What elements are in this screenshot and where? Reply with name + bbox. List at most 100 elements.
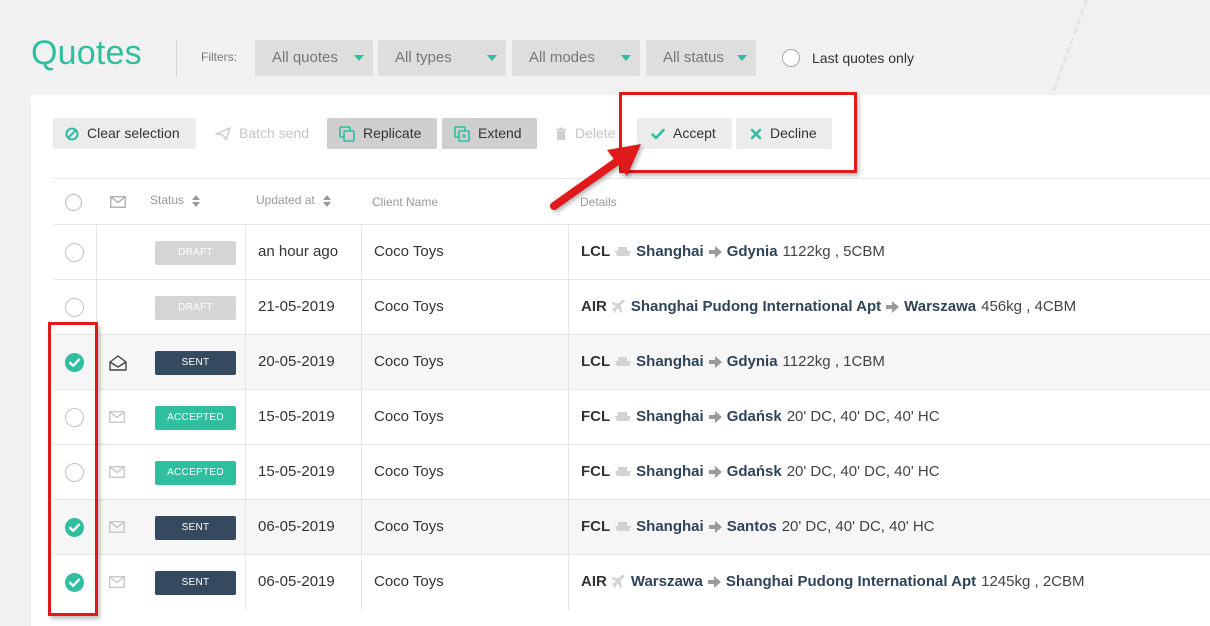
chevron-down-icon <box>621 55 631 61</box>
copy-icon <box>339 125 355 142</box>
client-name-cell: Coco Toys <box>374 298 444 315</box>
column-divider <box>568 225 569 280</box>
page-title: Quotes <box>31 34 142 72</box>
ship-icon <box>615 357 632 366</box>
column-divider <box>568 555 569 610</box>
client-name-cell: Coco Toys <box>374 243 444 260</box>
extend-button[interactable]: Extend <box>442 118 537 149</box>
th-status[interactable]: Status <box>150 193 201 207</box>
row-select-checkbox[interactable] <box>65 298 84 317</box>
table-row[interactable]: DRAFT 21-05-2019 Coco Toys AIR Shanghai Pudo… <box>53 279 1210 335</box>
filter-quotes-select[interactable]: All quotes <box>255 40 373 76</box>
origin: Shanghai Pudong International Apt <box>630 298 882 315</box>
column-divider <box>245 555 246 610</box>
column-divider <box>361 390 362 445</box>
envelope-icon <box>109 410 125 428</box>
destination: Gdańsk <box>726 463 782 480</box>
ship-icon <box>615 247 632 256</box>
column-divider <box>361 225 362 280</box>
column-divider <box>568 280 569 335</box>
envelope-icon <box>110 196 126 208</box>
destination: Gdynia <box>726 353 778 370</box>
filter-quotes-value: All quotes <box>272 49 338 66</box>
table-row[interactable]: SENT 06-05-2019 Coco Toys FCL Shanghai Santos… <box>53 499 1210 555</box>
extend-label: Extend <box>478 125 522 141</box>
clear-selection-label: Clear selection <box>87 125 180 141</box>
cargo-summary: 20' DC, 40' DC, 40' HC <box>786 463 940 480</box>
last-quotes-radio[interactable] <box>782 49 800 67</box>
status-badge: ACCEPTED <box>155 406 236 430</box>
arrow-right-icon <box>707 575 721 588</box>
annotation-highlight-selected-rows <box>48 322 98 616</box>
updated-at-cell: 15-05-2019 <box>258 463 335 480</box>
envelope-icon <box>109 520 125 538</box>
transport-mode: AIR <box>581 298 607 315</box>
updated-at-cell: 15-05-2019 <box>258 408 335 425</box>
ban-icon <box>65 127 79 140</box>
column-divider <box>96 225 97 280</box>
transport-mode: LCL <box>581 353 611 370</box>
client-name-cell: Coco Toys <box>374 573 444 590</box>
column-divider <box>245 280 246 335</box>
client-name-cell: Coco Toys <box>374 518 444 535</box>
trash-icon <box>556 127 566 140</box>
status-badge: DRAFT <box>155 241 236 265</box>
sort-icon <box>192 194 201 207</box>
filter-types-value: All types <box>395 49 452 66</box>
cargo-summary: 456kg , 4CBM <box>981 298 1077 315</box>
filter-status-select[interactable]: All status <box>646 40 756 76</box>
table-row[interactable]: DRAFT an hour ago Coco Toys LCL Shanghai Gdyn… <box>53 224 1210 280</box>
table-row[interactable]: SENT 06-05-2019 Coco Toys AIR Warszawa Shangh… <box>53 554 1210 610</box>
cargo-summary: 1122kg , 5CBM <box>782 243 885 260</box>
status-badge: ACCEPTED <box>155 461 236 485</box>
destination: Gdynia <box>726 243 778 260</box>
filter-modes-select[interactable]: All modes <box>512 40 640 76</box>
column-divider <box>361 445 362 500</box>
status-badge: SENT <box>155 351 236 375</box>
cargo-summary: 1245kg , 2CBM <box>981 573 1085 590</box>
column-divider <box>568 500 569 555</box>
batch-send-button[interactable]: Batch send <box>203 118 315 149</box>
th-status-label: Status <box>150 193 185 207</box>
row-select-checkbox[interactable] <box>65 243 84 262</box>
origin: Shanghai <box>636 408 704 425</box>
plane-icon <box>611 574 625 588</box>
updated-at-cell: 20-05-2019 <box>258 353 335 370</box>
column-divider <box>361 280 362 335</box>
arrow-right-icon <box>886 300 900 313</box>
cargo-summary: 20' DC, 40' DC, 40' HC <box>781 518 935 535</box>
annotation-highlight-accept-decline <box>619 92 857 173</box>
replicate-button[interactable]: Replicate <box>327 118 437 149</box>
envelope-open-icon <box>109 355 127 376</box>
details-cell: FCL Shanghai Gdańsk 20' DC, 40' DC, 40' HC <box>581 463 940 480</box>
status-badge: DRAFT <box>155 296 236 320</box>
th-client-name: Client Name <box>372 195 439 209</box>
transport-mode: AIR <box>581 573 607 590</box>
th-updated-at[interactable]: Updated at <box>256 193 332 207</box>
ship-icon <box>615 412 632 421</box>
last-quotes-label: Last quotes only <box>812 50 914 66</box>
origin: Warszawa <box>630 573 703 590</box>
column-divider <box>568 335 569 390</box>
table-row[interactable]: ACCEPTED 15-05-2019 Coco Toys FCL Shanghai Gd… <box>53 389 1210 445</box>
filter-types-select[interactable]: All types <box>378 40 506 76</box>
updated-at-cell: 21-05-2019 <box>258 298 335 315</box>
updated-at-cell: an hour ago <box>258 243 339 260</box>
updated-at-cell: 06-05-2019 <box>258 573 335 590</box>
table-row[interactable]: ACCEPTED 15-05-2019 Coco Toys FCL Shanghai Gd… <box>53 444 1210 500</box>
arrow-right-icon <box>708 410 722 423</box>
table-row[interactable]: SENT 20-05-2019 Coco Toys LCL Shanghai Gdynia… <box>53 334 1210 390</box>
client-name-cell: Coco Toys <box>374 353 444 370</box>
clear-selection-button[interactable]: Clear selection <box>53 118 196 149</box>
plane-icon <box>611 299 625 313</box>
transport-mode: FCL <box>581 408 611 425</box>
updated-at-cell: 06-05-2019 <box>258 518 335 535</box>
status-badge: SENT <box>155 571 236 595</box>
column-divider <box>568 445 569 500</box>
filter-status-value: All status <box>663 49 724 66</box>
chevron-down-icon <box>737 55 747 61</box>
client-name-cell: Coco Toys <box>374 463 444 480</box>
envelope-icon <box>109 575 125 593</box>
select-all-radio[interactable] <box>65 194 82 211</box>
paper-plane-icon <box>215 126 231 141</box>
